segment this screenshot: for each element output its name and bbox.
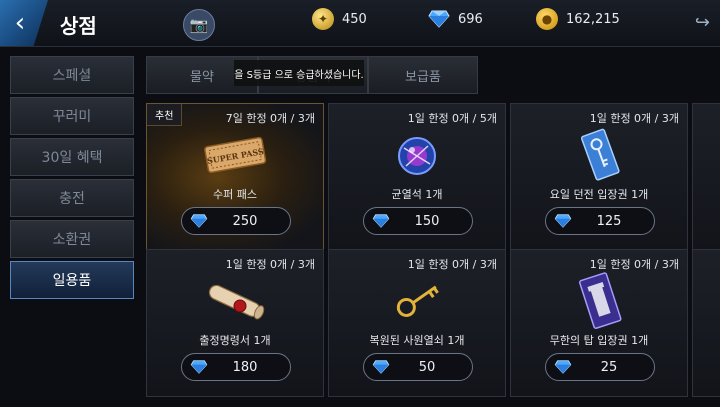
price-value: 150 (414, 213, 440, 229)
exit-button[interactable]: ↪ (695, 12, 710, 33)
diamond-icon (190, 360, 208, 374)
chevron-left-icon: ‹ (14, 8, 26, 38)
buy-button[interactable]: 125 (545, 207, 655, 235)
sidebar-item-30day[interactable]: 30일 혜택 (10, 138, 134, 176)
diamond-icon (554, 214, 572, 228)
buy-button[interactable]: 25 (545, 353, 655, 381)
diamond-icon (190, 214, 208, 228)
page-title: 상점 (60, 14, 97, 38)
sidebar-item-special[interactable]: 스페셜 (10, 56, 134, 94)
item-name: 무한의 탑 입장권 1개 (549, 334, 649, 347)
camera-icon: 📷 (189, 16, 209, 34)
sidebar-item-summon[interactable]: 소환권 (10, 220, 134, 258)
diamond-icon (372, 360, 390, 374)
scroll-icon (200, 270, 270, 330)
orb-icon (382, 124, 452, 184)
gold-coin-icon: ● (536, 8, 558, 30)
key-ticket-icon (564, 124, 634, 184)
sidebar-item-charge[interactable]: 충전 (10, 179, 134, 217)
tab-supplies[interactable]: 보급품 (368, 56, 478, 94)
currency-value: 450 (342, 11, 367, 27)
item-name: 복원된 사원열쇠 1개 (369, 334, 465, 347)
diamond-icon (428, 8, 450, 30)
diamond-icon (554, 360, 572, 374)
buy-button[interactable]: 180 (181, 353, 291, 381)
shop-item-card[interactable]: 1일 한정 0개 / 3개 요일 던전 입장권 1개 125 (510, 103, 688, 251)
diamond-icon (372, 214, 390, 228)
tower-ticket-icon (564, 270, 634, 330)
currency-diamond: 696 (428, 8, 483, 30)
recommend-badge: 추천 (147, 104, 183, 126)
item-name: 출정명령서 1개 (199, 334, 271, 347)
shop-item-card[interactable]: 1일 한정 0개 / 3개 무한의 탑 입장권 1개 25 (510, 249, 688, 397)
shop-item-card[interactable]: 추천 7일 한정 0개 / 3개 SUPER PASS 수퍼 패스 250 (146, 103, 324, 251)
camera-button[interactable]: 📷 (183, 9, 215, 41)
price-value: 50 (418, 359, 436, 375)
sidebar-item-daily[interactable]: 일용품 (10, 261, 134, 299)
toast-message: 을 S등급 으로 승급하셨습니다. (234, 60, 364, 86)
sidebar-item-bundle[interactable]: 꾸러미 (10, 97, 134, 135)
shop-item-card-partial[interactable] (692, 103, 720, 251)
golden-key-icon (382, 270, 452, 330)
buy-button[interactable]: 150 (363, 207, 473, 235)
gold-badge-icon: ✦ (312, 8, 334, 30)
top-bar: ‹ 상점 📷 ✦ 450 696 ● 162,215 ↪ (0, 0, 720, 47)
item-name: 요일 던전 입장권 1개 (549, 188, 649, 201)
currency-gold-coin: ● 162,215 (536, 8, 620, 30)
currency-value: 162,215 (566, 11, 620, 27)
item-name: 균열석 1개 (391, 188, 443, 201)
super-pass-ticket-icon: SUPER PASS (200, 124, 270, 184)
exit-icon: ↪ (694, 12, 710, 33)
back-button[interactable]: ‹ (0, 0, 48, 46)
price-value: 25 (600, 359, 618, 375)
currency-value: 696 (458, 11, 483, 27)
item-name: 수퍼 패스 (213, 188, 257, 201)
buy-button[interactable]: 50 (363, 353, 473, 381)
shop-item-card[interactable]: 1일 한정 0개 / 3개 출정명령서 1개 180 (146, 249, 324, 397)
buy-button[interactable]: 250 (181, 207, 291, 235)
price-value: 180 (232, 359, 258, 375)
shop-item-card-partial[interactable] (692, 249, 720, 397)
category-sidebar: 스페셜 꾸러미 30일 혜택 충전 소환권 일용품 (10, 56, 134, 302)
shop-item-card[interactable]: 1일 한정 0개 / 5개 균열석 1개 150 (328, 103, 506, 251)
currency-gold-badge: ✦ 450 (312, 8, 367, 30)
shop-item-card[interactable]: 1일 한정 0개 / 3개 복원된 사원열쇠 1개 50 (328, 249, 506, 397)
price-value: 250 (232, 213, 258, 229)
price-value: 125 (596, 213, 622, 229)
